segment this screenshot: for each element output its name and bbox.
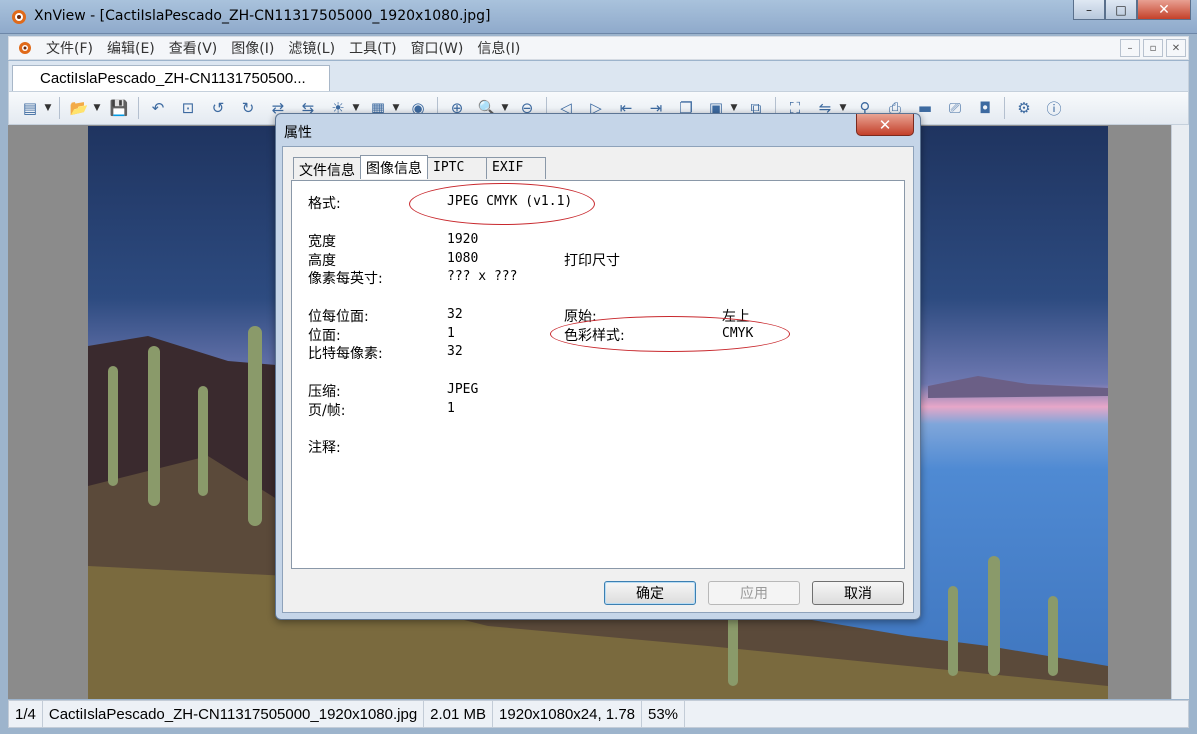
dialog-body: 文件信息 图像信息 IPTC EXIF 格式: JPEG CMYK (v1.1)… <box>282 146 914 613</box>
document-tab[interactable]: CactiIslaPescado_ZH-CN1131750500... <box>12 65 330 91</box>
comment-label: 注释: <box>308 440 341 456</box>
xnview-menu-icon[interactable] <box>15 40 35 56</box>
capture-icon[interactable]: ⎚ <box>943 97 967 119</box>
apply-button[interactable]: 应用 <box>708 581 800 605</box>
status-dimensions: 1920x1080x24, 1.78 <box>493 701 642 727</box>
crop-icon[interactable]: ⊡ <box>176 97 200 119</box>
gear-icon[interactable]: ⚙ <box>1012 97 1036 119</box>
tab-file-info[interactable]: 文件信息 <box>293 157 361 179</box>
xnview-logo-icon <box>12 10 26 24</box>
cancel-button[interactable]: 取消 <box>812 581 904 605</box>
print-size-label: 打印尺寸 <box>564 253 620 269</box>
title-bar: XnView - [CactiIslaPescado_ZH-CN11317505… <box>0 0 1197 34</box>
tab-iptc[interactable]: IPTC <box>427 157 487 179</box>
status-filesize: 2.01 MB <box>424 701 494 727</box>
menu-tools[interactable]: 工具(T) <box>342 38 403 58</box>
compression-value: JPEG <box>447 382 479 397</box>
status-bar: 1/4 CactiIslaPescado_ZH-CN11317505000_19… <box>8 700 1189 728</box>
close-button[interactable]: ✕ <box>1137 0 1191 20</box>
menu-info[interactable]: 信息(I) <box>470 38 527 58</box>
width-label: 宽度 <box>308 234 336 250</box>
mdi-close-button[interactable]: ✕ <box>1166 39 1186 57</box>
properties-dialog: 属性 ✕ 文件信息 图像信息 IPTC EXIF 格式: JPEG CMYK (… <box>275 113 921 620</box>
bits-per-pixel-label: 比特每像素: <box>308 346 383 362</box>
width-value: 1920 <box>447 232 479 247</box>
height-label: 高度 <box>308 253 336 269</box>
dpi-label: 像素每英寸: <box>308 271 383 287</box>
height-value: 1080 <box>447 251 479 266</box>
camera-icon[interactable]: ◘ <box>973 97 997 119</box>
toolbar-separator <box>1004 97 1005 119</box>
menu-bar: 文件(F) 编辑(E) 查看(V) 图像(I) 滤镜(L) 工具(T) 窗口(W… <box>8 36 1189 60</box>
menu-view[interactable]: 查看(V) <box>162 38 225 58</box>
undo-icon[interactable]: ↶ <box>146 97 170 119</box>
planes-value: 1 <box>447 326 455 341</box>
status-zoom: 53% <box>642 701 686 727</box>
toolbar-separator <box>138 97 139 119</box>
menu-edit[interactable]: 编辑(E) <box>100 38 162 58</box>
save-icon[interactable]: 💾 <box>107 97 131 119</box>
dialog-tabs: 文件信息 图像信息 IPTC EXIF <box>293 155 546 179</box>
format-highlight-ellipse <box>409 183 595 225</box>
rotate-left-icon[interactable]: ↺ <box>206 97 230 119</box>
color-mode-highlight-ellipse <box>550 316 790 352</box>
planes-label: 位面: <box>308 328 341 344</box>
menu-file[interactable]: 文件(F) <box>39 38 100 58</box>
window-title: XnView - [CactiIslaPescado_ZH-CN11317505… <box>34 8 491 24</box>
bits-per-pixel-value: 32 <box>447 344 463 359</box>
mdi-restore-button[interactable]: ▫ <box>1143 39 1163 57</box>
rotate-right-icon[interactable]: ↻ <box>236 97 260 119</box>
pages-label: 页/帧: <box>308 403 346 419</box>
bits-per-plane-value: 32 <box>447 307 463 322</box>
toolbar-separator <box>59 97 60 119</box>
tab-image-info[interactable]: 图像信息 <box>360 155 428 179</box>
dialog-title: 属性 <box>284 125 312 141</box>
vertical-scrollbar[interactable] <box>1171 125 1189 699</box>
compression-label: 压缩: <box>308 384 341 400</box>
bits-per-plane-label: 位每位面: <box>308 309 369 325</box>
pages-value: 1 <box>447 401 455 416</box>
status-index: 1/4 <box>9 701 43 727</box>
minimize-button[interactable]: – <box>1073 0 1105 20</box>
dpi-value: ??? x ??? <box>447 269 518 284</box>
open-folder-icon[interactable]: 📂 <box>67 97 91 119</box>
ok-button[interactable]: 确定 <box>604 581 696 605</box>
tab-exif[interactable]: EXIF <box>486 157 546 179</box>
chevron-down-icon[interactable]: ▼ <box>92 97 102 119</box>
menu-image[interactable]: 图像(I) <box>224 38 281 58</box>
chevron-down-icon[interactable]: ▼ <box>43 97 53 119</box>
menu-filter[interactable]: 滤镜(L) <box>281 38 342 58</box>
status-filename: CactiIslaPescado_ZH-CN11317505000_1920x1… <box>43 701 425 727</box>
menu-window[interactable]: 窗口(W) <box>404 38 471 58</box>
format-label: 格式: <box>308 196 341 212</box>
mdi-minimize-button[interactable]: – <box>1120 39 1140 57</box>
browser-icon[interactable]: ▤ <box>18 97 42 119</box>
maximize-button[interactable]: □ <box>1105 0 1137 20</box>
dialog-close-button[interactable]: ✕ <box>856 114 914 136</box>
info-icon[interactable]: ⓘ <box>1042 97 1066 119</box>
image-info-panel: 格式: JPEG CMYK (v1.1) 宽度 1920 高度 1080 打印尺… <box>291 180 905 569</box>
document-tab-strip: CactiIslaPescado_ZH-CN1131750500... <box>8 61 1189 91</box>
